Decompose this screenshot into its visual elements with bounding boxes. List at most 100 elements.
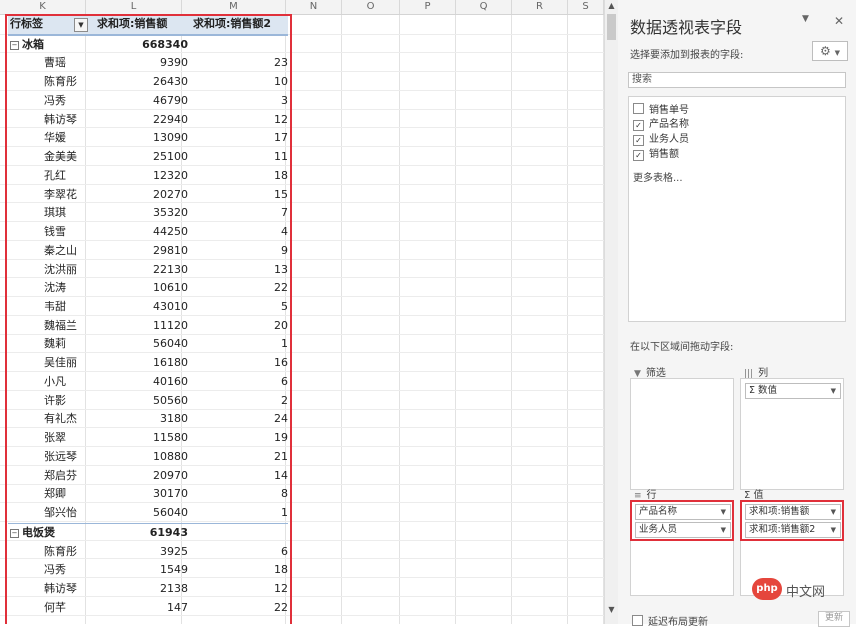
sales-value: 43010 — [153, 300, 188, 314]
group-name: 冰箱 — [22, 37, 44, 51]
pivot-group-row[interactable]: − 电饭煲 61943 — [8, 522, 288, 543]
salesperson-name: 郑启芬 — [44, 468, 77, 482]
pivot-field-list-pane: 数据透视表字段 ▼ ✕ 选择要添加到报表的字段: ⚙ ▼ 搜索 销售单号 ✓ 产品名… — [618, 0, 856, 628]
columns-area[interactable]: Σ 数值 ▼ — [740, 378, 844, 490]
salesperson-name: 钱雪 — [44, 225, 66, 239]
pivot-row[interactable]: 何芊 147 22 — [8, 599, 288, 618]
gear-icon[interactable]: ⚙ ▼ — [812, 41, 848, 61]
pivot-row[interactable]: 琪琪 35320 7 — [8, 204, 288, 223]
group-total: 668340 — [142, 37, 188, 51]
sales-value: 11120 — [153, 318, 188, 332]
close-icon[interactable]: ✕ — [834, 14, 844, 28]
pivot-group-row[interactable]: − 冰箱 668340 — [8, 34, 288, 55]
salesperson-name: 郑卿 — [44, 487, 66, 501]
pivot-row[interactable]: 魏莉 56040 1 — [8, 335, 288, 354]
column-header-l[interactable]: L — [86, 0, 182, 14]
field-item[interactable]: ✓ 业务人员 — [633, 133, 689, 147]
pivot-table[interactable]: 行标签 ▼ 求和项:销售额 求和项:销售额2− 冰箱 668340 曹瑶 9390 23 陈育彤 2… — [8, 15, 288, 618]
pivot-row[interactable]: 郑卿 30170 8 — [8, 485, 288, 504]
pivot-row[interactable]: 沈洪丽 22130 13 — [8, 261, 288, 280]
pivot-row[interactable]: 秦之山 29810 9 — [8, 242, 288, 261]
pane-options-chevron-icon[interactable]: ▼ — [802, 14, 809, 24]
checkbox-checked-icon[interactable]: ✓ — [633, 135, 644, 146]
pivot-row[interactable]: 冯秀 1549 18 — [8, 561, 288, 580]
scroll-thumb[interactable] — [607, 14, 616, 40]
salesperson-name: 孔红 — [44, 168, 66, 182]
spreadsheet[interactable]: KLMNOPQRS 行标签 ▼ 求和项:销售额 求和项:销售额2− 冰箱 668340 曹瑶… — [0, 0, 618, 624]
sales2-value: 1 — [281, 506, 288, 520]
column-header-r[interactable]: R — [512, 0, 568, 14]
pivot-row[interactable]: 沈涛 10610 22 — [8, 279, 288, 298]
pivot-row[interactable]: 冯秀 46790 3 — [8, 92, 288, 111]
sales-value: 12320 — [153, 168, 188, 182]
checkbox-unchecked-icon[interactable] — [633, 103, 644, 114]
checkbox-checked-icon[interactable]: ✓ — [633, 150, 644, 161]
pivot-row[interactable]: 韦甜 43010 5 — [8, 298, 288, 317]
checkbox-checked-icon[interactable]: ✓ — [633, 120, 644, 131]
pivot-row[interactable]: 李翠花 20270 15 — [8, 186, 288, 205]
column-header-bar: KLMNOPQRS — [0, 0, 604, 15]
pivot-row[interactable]: 许影 50560 2 — [8, 392, 288, 411]
sales-value: 56040 — [153, 337, 188, 351]
scroll-up-icon[interactable]: ▲ — [605, 0, 618, 12]
collapse-icon[interactable]: − — [10, 528, 19, 538]
areas-hint: 在以下区域间拖动字段: — [630, 342, 734, 353]
row-filter-dropdown-icon[interactable]: ▼ — [74, 18, 88, 32]
grid-column-line — [399, 15, 400, 624]
field-label: 业务人员 — [649, 134, 689, 145]
pivot-row[interactable]: 韩访琴 22940 12 — [8, 111, 288, 130]
column-header-m[interactable]: M — [182, 0, 286, 14]
more-tables-link[interactable]: 更多表格... — [633, 169, 683, 184]
php-logo: php — [752, 578, 782, 600]
column-header-n[interactable]: N — [286, 0, 342, 14]
sales2-value: 12 — [274, 112, 288, 126]
salesperson-name: 魏莉 — [44, 337, 66, 351]
scroll-down-icon[interactable]: ▼ — [605, 604, 618, 616]
sales2-value: 10 — [274, 75, 288, 89]
search-input[interactable]: 搜索 — [628, 72, 846, 88]
column-header-p[interactable]: P — [400, 0, 456, 14]
sales-value: 11580 — [153, 431, 188, 445]
field-item[interactable]: ✓ 产品名称 — [633, 118, 689, 132]
pivot-row[interactable]: 张翠 11580 19 — [8, 429, 288, 448]
field-label: 产品名称 — [649, 119, 689, 130]
values-area-label: Σ 值 — [744, 490, 764, 501]
column-header-k[interactable]: K — [0, 0, 86, 14]
collapse-icon[interactable]: − — [10, 40, 19, 50]
pivot-row[interactable]: 有礼杰 3180 24 — [8, 410, 288, 429]
sales-value: 50560 — [153, 393, 188, 407]
salesperson-name: 沈洪丽 — [44, 262, 77, 276]
pivot-row[interactable]: 陈育彤 26430 10 — [8, 73, 288, 92]
column-header-q[interactable]: Q — [456, 0, 512, 14]
pivot-row[interactable]: 钱雪 44250 4 — [8, 223, 288, 242]
pivot-row[interactable]: 小凡 40160 6 — [8, 373, 288, 392]
pivot-row[interactable]: 华媛 13090 17 — [8, 129, 288, 148]
pivot-row[interactable]: 邹兴怡 56040 1 — [8, 504, 288, 523]
salesperson-name: 沈涛 — [44, 281, 66, 295]
column-header-s[interactable]: S — [568, 0, 604, 14]
sales2-value: 14 — [274, 468, 288, 482]
field-item[interactable]: 销售单号 — [633, 103, 689, 117]
sales2-value: 21 — [274, 449, 288, 463]
columns-chip-values[interactable]: Σ 数值 ▼ — [745, 383, 841, 399]
pivot-row[interactable]: 韩访琴 2138 12 — [8, 580, 288, 599]
column-header-o[interactable]: O — [342, 0, 400, 14]
rows-area-label: ≡ 行 — [634, 490, 657, 501]
pivot-row[interactable]: 陈育彤 3925 6 — [8, 543, 288, 562]
pivot-row[interactable]: 吴佳丽 16180 16 — [8, 354, 288, 373]
defer-layout-update[interactable]: 延迟布局更新 — [632, 613, 708, 628]
pivot-row[interactable]: 郑启芬 20970 14 — [8, 467, 288, 486]
defer-checkbox[interactable] — [632, 615, 643, 626]
pivot-row[interactable]: 魏福兰 11120 20 — [8, 317, 288, 336]
salesperson-name: 张翠 — [44, 431, 66, 445]
sales2-value: 3 — [281, 93, 288, 107]
filter-area[interactable] — [630, 378, 734, 490]
pivot-row[interactable]: 孔红 12320 18 — [8, 167, 288, 186]
vertical-scrollbar[interactable]: ▲ ▼ — [604, 0, 618, 624]
pivot-row[interactable]: 曹瑶 9390 23 — [8, 54, 288, 73]
field-item[interactable]: ✓ 销售额 — [633, 148, 679, 162]
sales-value: 9390 — [160, 56, 188, 70]
pivot-row[interactable]: 张远琴 10880 21 — [8, 448, 288, 467]
pivot-row[interactable]: 金美美 25100 11 — [8, 148, 288, 167]
update-button[interactable]: 更新 — [818, 611, 850, 627]
